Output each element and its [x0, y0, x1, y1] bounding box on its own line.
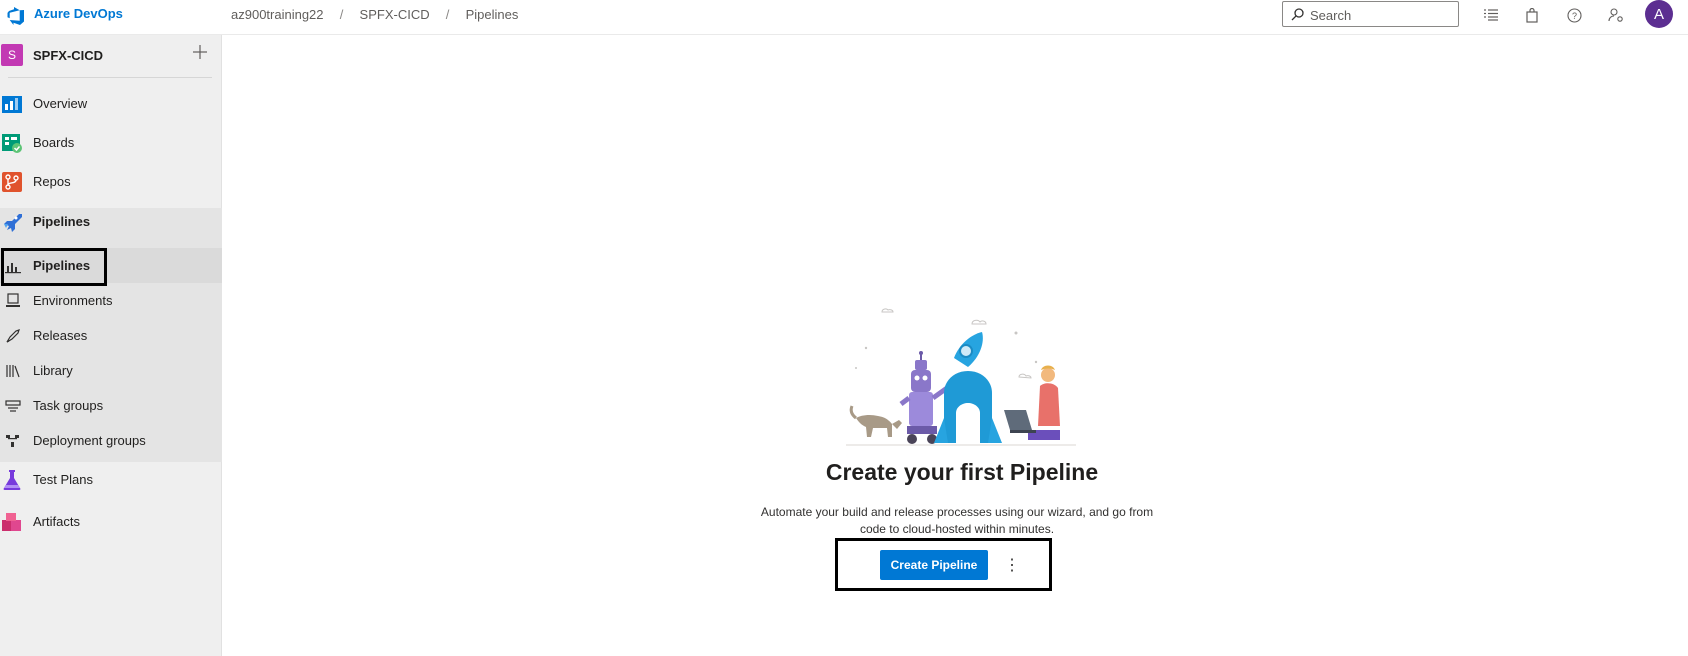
sidebar-item-overview[interactable]: Overview: [0, 85, 222, 121]
pipelines-icon: [4, 214, 22, 232]
overview-icon: [2, 96, 22, 113]
help-icon[interactable]: ?: [1564, 5, 1584, 25]
releases-icon: [6, 329, 20, 343]
add-icon[interactable]: [190, 42, 210, 62]
main-content: Create your first Pipeline Automate your…: [222, 35, 1688, 656]
sidebar-item-label: Overview: [33, 96, 88, 111]
sidebar-subitem-deployment-groups[interactable]: Deployment groups: [0, 423, 222, 458]
breadcrumb-page[interactable]: Pipelines: [466, 7, 519, 22]
sidebar-subitem-environments[interactable]: Environments: [0, 283, 222, 318]
sidebar-subitem-task-groups[interactable]: Task groups: [0, 388, 222, 423]
repos-icon: [2, 172, 22, 192]
sidebar-item-label: Test Plans: [33, 472, 93, 487]
sidebar: S SPFX-CICD Overview Boards Repos Pipeli…: [0, 35, 222, 656]
highlight-box: [835, 538, 1052, 591]
brand-name[interactable]: Azure DevOps: [34, 6, 123, 22]
top-bar: Azure DevOps az900training22 / SPFX-CICD / P…: [0, 0, 1688, 35]
shopping-bag-icon[interactable]: [1522, 5, 1542, 25]
page-title: Create your first Pipeline: [825, 459, 1099, 485]
sidebar-item-artifacts[interactable]: Artifacts: [0, 503, 222, 539]
breadcrumb-separator: /: [339, 7, 344, 22]
project-badge: S: [1, 44, 23, 66]
breadcrumb-separator: /: [445, 7, 450, 22]
artifacts-icon: [2, 513, 21, 531]
breadcrumb: az900training22 / SPFX-CICD / Pipelines: [231, 7, 518, 23]
description-line-2: code to cloud-hosted within minutes.: [859, 522, 1055, 536]
test-plans-icon: [3, 470, 21, 490]
sidebar-item-label: Pipelines: [33, 214, 91, 229]
sidebar-item-label: Task groups: [33, 398, 104, 413]
list-icon[interactable]: [1481, 5, 1501, 25]
sidebar-item-label: Repos: [33, 174, 71, 189]
search-box[interactable]: [1282, 1, 1459, 27]
sidebar-item-boards[interactable]: Boards: [0, 124, 222, 160]
library-icon: [6, 365, 20, 378]
breadcrumb-organization[interactable]: az900training22: [231, 7, 324, 22]
azure-devops-logo-icon[interactable]: [6, 6, 26, 26]
sidebar-item-label: Artifacts: [33, 514, 80, 529]
pipeline-illustration: [846, 308, 1076, 446]
sidebar-item-pipelines[interactable]: Pipelines: [0, 203, 222, 239]
sidebar-item-test-plans[interactable]: Test Plans: [0, 461, 222, 497]
task-groups-icon: [5, 400, 21, 412]
svg-text:?: ?: [1571, 11, 1576, 21]
avatar[interactable]: A: [1645, 0, 1673, 28]
sidebar-item-label: Boards: [33, 135, 75, 150]
sidebar-subitem-library[interactable]: Library: [0, 353, 222, 388]
sidebar-item-repos[interactable]: Repos: [0, 163, 222, 199]
deployment-groups-icon: [6, 435, 19, 447]
divider: [8, 77, 212, 78]
boards-icon: [2, 134, 22, 153]
sidebar-item-label: Releases: [33, 328, 88, 343]
breadcrumb-project[interactable]: SPFX-CICD: [360, 7, 430, 22]
project-name: SPFX-CICD: [33, 48, 104, 63]
environments-icon: [6, 293, 20, 307]
user-settings-icon[interactable]: [1606, 5, 1626, 25]
sidebar-item-label: Environments: [33, 293, 113, 308]
sidebar-item-label: Library: [33, 363, 73, 378]
description-line-1: Automate your build and release processe…: [760, 505, 1154, 519]
highlight-box: [1, 248, 107, 286]
sidebar-subitem-releases[interactable]: Releases: [0, 318, 222, 353]
project-header[interactable]: S SPFX-CICD: [0, 44, 222, 74]
search-icon: [1291, 8, 1304, 21]
search-input[interactable]: [1310, 6, 1450, 24]
sidebar-item-label: Deployment groups: [33, 433, 146, 448]
page-description: Automate your build and release processe…: [742, 504, 1172, 538]
